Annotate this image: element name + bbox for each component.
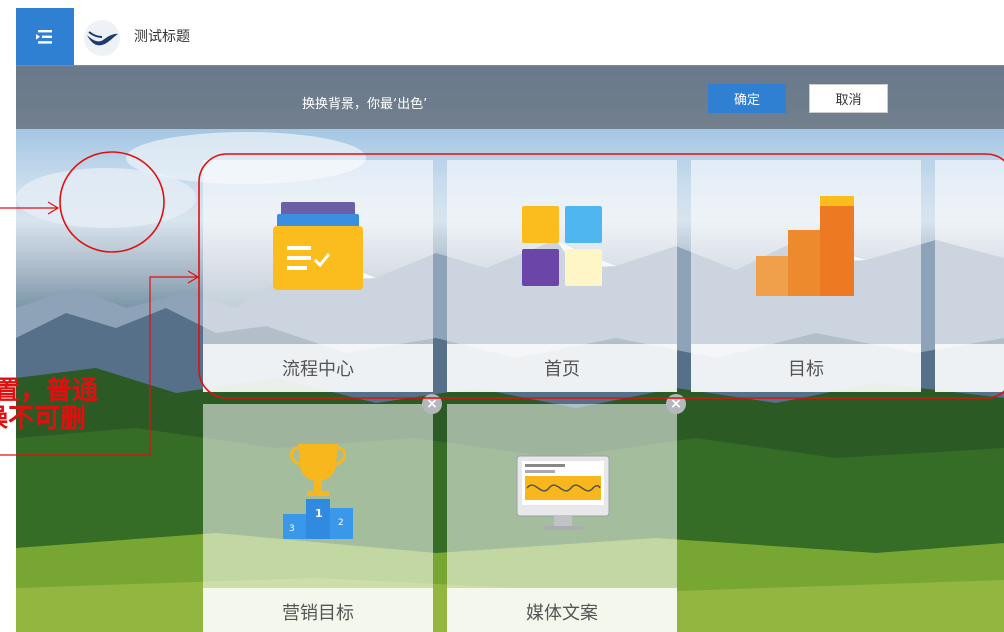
monitor-wave-icon [516,455,610,530]
confirm-button[interactable]: 确定 [708,84,786,113]
tile-label: 首页 [544,359,580,380]
folder-process-icon [273,202,363,290]
remove-tile-icon[interactable]: × [422,394,442,414]
bird-logo-icon [87,31,118,46]
notice-message: 换换背景，你最‘出色’ [302,97,428,112]
tile-label: 流程中心 [282,359,354,380]
remove-tile-icon[interactable]: × [666,394,686,414]
tile-label: 营销目标 [282,603,354,624]
tile-goal[interactable]: 目标 [691,160,921,392]
svg-text:1: 1 [315,507,323,520]
tile-home[interactable]: 首页 [447,160,677,392]
tile-marketing-goal[interactable]: 1 3 2 营销目标 [203,404,433,632]
tile-label: 媒体文案 [526,603,598,624]
app-window: 测试标题 换换背景，你最‘出色’ 确定 取消 流程中心 首页 目标 1 3 2 … [16,8,1004,632]
svg-text:2: 2 [338,518,344,528]
home-grid-icon [522,206,602,286]
tile-label: 目标 [788,359,824,380]
app-title: 测试标题 [134,29,190,45]
tile-process-center[interactable]: 流程中心 [203,160,433,392]
tile-partial[interactable] [935,160,1004,392]
cancel-button[interactable]: 取消 [809,84,888,113]
top-bar: 测试标题 [16,8,1004,66]
app-logo[interactable] [84,20,120,56]
annotation-text-line2: 操不可删 [0,404,87,434]
menu-button[interactable] [16,8,74,65]
tile-media-copy[interactable]: 媒体文案 [447,404,677,632]
svg-text:3: 3 [289,524,295,534]
annotation-text-line1: 置，普通 [0,376,99,406]
menu-list-icon [36,29,52,44]
trophy-podium-icon: 1 3 2 [283,444,353,539]
bar-chart-icon [756,196,854,296]
